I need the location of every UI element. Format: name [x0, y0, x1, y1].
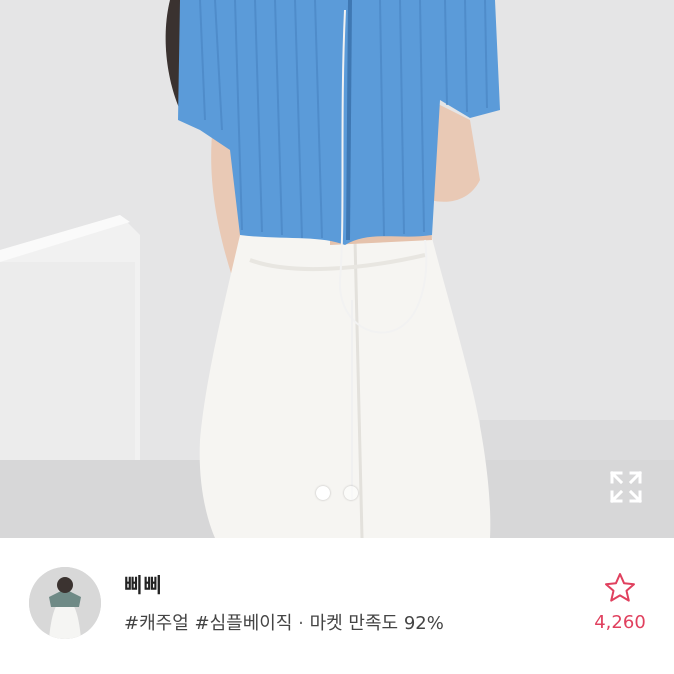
product-image-illustration	[0, 0, 674, 538]
shop-tags-line: #캐주얼 #심플베이직 · 마켓 만족도 92%	[124, 609, 444, 635]
separator: ·	[298, 613, 304, 634]
expand-icon[interactable]	[608, 469, 644, 505]
star-outline-icon[interactable]	[604, 572, 636, 604]
favorite-count: 4,260	[594, 612, 646, 633]
product-card: 삐삐 #캐주얼 #심플베이직 · 마켓 만족도 92% 4,260	[0, 0, 674, 674]
carousel-indicator	[0, 486, 674, 500]
favorite-button[interactable]: 4,260	[586, 572, 654, 633]
shop-info-bar	[0, 538, 674, 674]
shop-tag[interactable]: #캐주얼	[124, 613, 189, 634]
shop-avatar[interactable]	[29, 567, 101, 639]
shop-name[interactable]: 삐삐	[124, 569, 163, 598]
carousel-dot-active[interactable]	[316, 486, 330, 500]
product-photo[interactable]	[0, 0, 674, 538]
market-satisfaction: 마켓 만족도 92%	[309, 613, 444, 634]
shop-tag[interactable]: #심플베이직	[195, 613, 293, 634]
carousel-dot[interactable]	[344, 486, 358, 500]
